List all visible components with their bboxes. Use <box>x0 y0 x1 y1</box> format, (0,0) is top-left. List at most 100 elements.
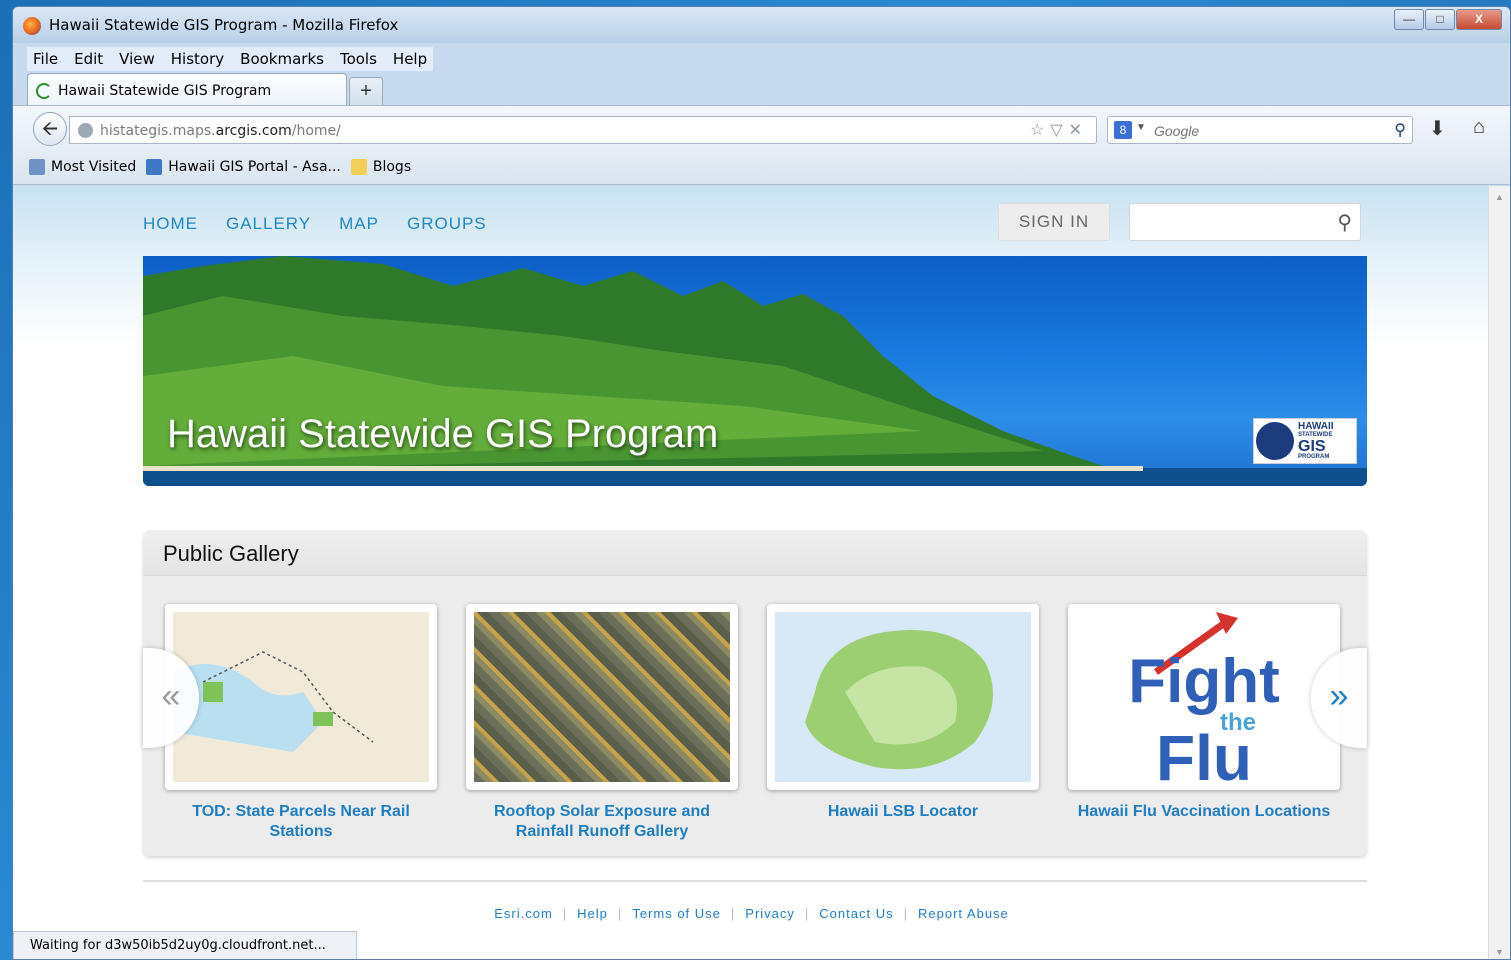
search-icon[interactable]: ⚲ <box>1394 120 1406 140</box>
hawaii-gis-logo: HAWAII STATEWIDE GIS PROGRAM <box>1253 418 1357 464</box>
tab-label: Hawaii Statewide GIS Program <box>58 82 272 99</box>
aerial-thumbnail <box>474 612 730 782</box>
thumbnail[interactable] <box>767 604 1039 790</box>
gallery-item-flu-vaccination[interactable]: Fight the Flu Hawaii Flu Vaccination Loc… <box>1068 604 1340 842</box>
folder-icon <box>350 158 367 175</box>
window-controls: — □ X <box>1393 9 1502 30</box>
menu-file[interactable]: File <box>33 47 58 71</box>
scroll-down-icon[interactable]: ▼ <box>1495 947 1504 957</box>
globe-icon <box>78 123 93 138</box>
search-icon[interactable]: ⚲ <box>1337 210 1352 235</box>
bookmark-hawaii-gis-portal[interactable]: Hawaii GIS Portal - Asa... <box>146 158 341 175</box>
browser-window: Hawaii Statewide GIS Program - Mozilla F… <box>12 6 1511 960</box>
footer-privacy-link[interactable]: Privacy <box>745 906 795 921</box>
tab-strip: Hawaii Statewide GIS Program + <box>27 73 383 107</box>
dropdown-icon[interactable]: ▽ <box>1050 122 1068 139</box>
vertical-scrollbar[interactable]: ▲ ▼ <box>1488 186 1510 959</box>
footer-separator: | <box>903 906 908 921</box>
search-placeholder: Google <box>1154 123 1200 139</box>
gallery-item-tod[interactable]: TOD: State Parcels Near Rail Stations <box>165 604 437 842</box>
maximize-button[interactable]: □ <box>1425 9 1455 30</box>
footer-divider <box>143 880 1367 882</box>
gallery-item-title[interactable]: Hawaii Flu Vaccination Locations <box>1068 802 1340 822</box>
island-thumbnail <box>775 612 1031 782</box>
menu-history[interactable]: History <box>171 47 224 71</box>
stop-icon[interactable]: ✕ <box>1069 122 1088 139</box>
url-bar[interactable]: histategis.maps.arcgis.com/home/ ☆▽✕ <box>69 116 1097 144</box>
logo-word: HAWAII <box>1298 420 1334 432</box>
gallery-title: Public Gallery <box>143 530 1367 576</box>
flu-text: Flu <box>1156 722 1252 782</box>
public-gallery: Public Gallery TOD: State Parcels Near R… <box>143 530 1367 856</box>
seal-icon <box>1256 422 1294 460</box>
footer-help-link[interactable]: Help <box>577 906 608 921</box>
navigation-toolbar: 🡨 histategis.maps.arcgis.com/home/ ☆▽✕ 8… <box>13 105 1510 149</box>
web-page: HOME GALLERY MAP GROUPS SIGN IN ⚲ Hawaii… <box>13 186 1490 959</box>
bookmark-label: Blogs <box>372 158 412 175</box>
logo-word: PROGRAM <box>1298 453 1330 460</box>
bookmark-blogs[interactable]: Blogs <box>350 158 412 175</box>
most-visited-icon <box>29 158 45 175</box>
title-bar[interactable]: Hawaii Statewide GIS Program - Mozilla F… <box>13 7 1510 43</box>
menu-bar: File Edit View History Bookmarks Tools H… <box>27 47 434 71</box>
scroll-up-icon[interactable]: ▲ <box>1495 192 1504 202</box>
footer-contact-link[interactable]: Contact Us <box>819 906 893 921</box>
nav-home[interactable]: HOME <box>143 214 198 234</box>
site-footer: Esri.com | Help | Terms of Use | Privacy | Conta… <box>13 906 1490 921</box>
status-bar: Waiting for d3w50ib5d2uy0g.cloudfront.ne… <box>13 931 357 959</box>
footer-separator: | <box>617 906 623 921</box>
google-engine-icon[interactable]: 8 <box>1114 121 1132 139</box>
back-button[interactable]: 🡨 <box>33 112 67 146</box>
gallery-item-rooftop-solar[interactable]: Rooftop Solar Exposure and Rainfall Runo… <box>466 604 738 842</box>
url-bar-actions: ☆▽✕ <box>1030 120 1088 140</box>
footer-esri-link[interactable]: Esri.com <box>494 906 553 921</box>
banner-title: Hawaii Statewide GIS Program <box>167 412 719 456</box>
close-button[interactable]: X <box>1456 9 1502 30</box>
bookmark-label: Hawaii GIS Portal - Asa... <box>168 158 341 175</box>
minimize-button[interactable]: — <box>1394 9 1424 30</box>
url-text: histategis.maps.arcgis.com/home/ <box>100 123 341 139</box>
bookmark-label: Most Visited <box>51 158 137 175</box>
bookmarks-toolbar: Most Visited Hawaii GIS Portal - Asa... … <box>13 149 1510 185</box>
footer-separator: | <box>730 906 736 921</box>
footer-separator: | <box>562 906 568 921</box>
nav-gallery[interactable]: GALLERY <box>226 214 311 234</box>
site-nav: HOME GALLERY MAP GROUPS <box>143 214 515 234</box>
logo-word: GIS <box>1298 437 1326 455</box>
engine-dropdown-icon[interactable]: ▼ <box>1136 122 1146 133</box>
thumbnail[interactable]: Fight the Flu <box>1068 604 1340 790</box>
gallery-item-title[interactable]: TOD: State Parcels Near Rail Stations <box>165 802 437 842</box>
fight-text: Fight <box>1128 647 1280 716</box>
search-bar[interactable]: 8 ▼ Google ⚲ <box>1107 116 1413 144</box>
gallery-item-title[interactable]: Hawaii LSB Locator <box>767 802 1039 822</box>
tab-hawaii-gis[interactable]: Hawaii Statewide GIS Program <box>27 73 347 107</box>
footer-terms-link[interactable]: Terms of Use <box>632 906 721 921</box>
thumbnail[interactable] <box>165 604 437 790</box>
menu-tools[interactable]: Tools <box>340 47 377 71</box>
arcgis-icon <box>146 158 163 175</box>
menu-help[interactable]: Help <box>393 47 427 71</box>
site-search-input[interactable]: ⚲ <box>1129 203 1361 241</box>
footer-separator: | <box>804 906 810 921</box>
gallery-item-title[interactable]: Rooftop Solar Exposure and Rainfall Runo… <box>466 802 738 842</box>
thumbnail[interactable] <box>466 604 738 790</box>
nav-groups[interactable]: GROUPS <box>407 214 487 234</box>
map-thumbnail <box>173 612 429 782</box>
sign-in-button[interactable]: SIGN IN <box>998 203 1110 241</box>
menu-edit[interactable]: Edit <box>74 47 103 71</box>
firefox-icon <box>23 17 41 35</box>
home-icon[interactable]: ⌂ <box>1473 116 1485 139</box>
menu-bookmarks[interactable]: Bookmarks <box>240 47 324 71</box>
bookmark-star-icon[interactable]: ☆ <box>1030 122 1050 139</box>
new-tab-button[interactable]: + <box>349 77 383 107</box>
footer-report-abuse-link[interactable]: Report Abuse <box>918 906 1009 921</box>
menu-view[interactable]: View <box>119 47 155 71</box>
downloads-icon[interactable]: ⬇ <box>1429 116 1446 141</box>
bookmark-most-visited[interactable]: Most Visited <box>29 158 137 175</box>
loading-spinner-icon <box>36 82 52 99</box>
gallery-item-lsb-locator[interactable]: Hawaii LSB Locator <box>767 604 1039 842</box>
nav-map[interactable]: MAP <box>339 214 379 234</box>
hero-banner: Hawaii Statewide GIS Program HAWAII STAT… <box>143 256 1367 486</box>
window-title: Hawaii Statewide GIS Program - Mozilla F… <box>49 16 399 34</box>
fight-the-flu-thumbnail: Fight the Flu <box>1076 612 1332 782</box>
